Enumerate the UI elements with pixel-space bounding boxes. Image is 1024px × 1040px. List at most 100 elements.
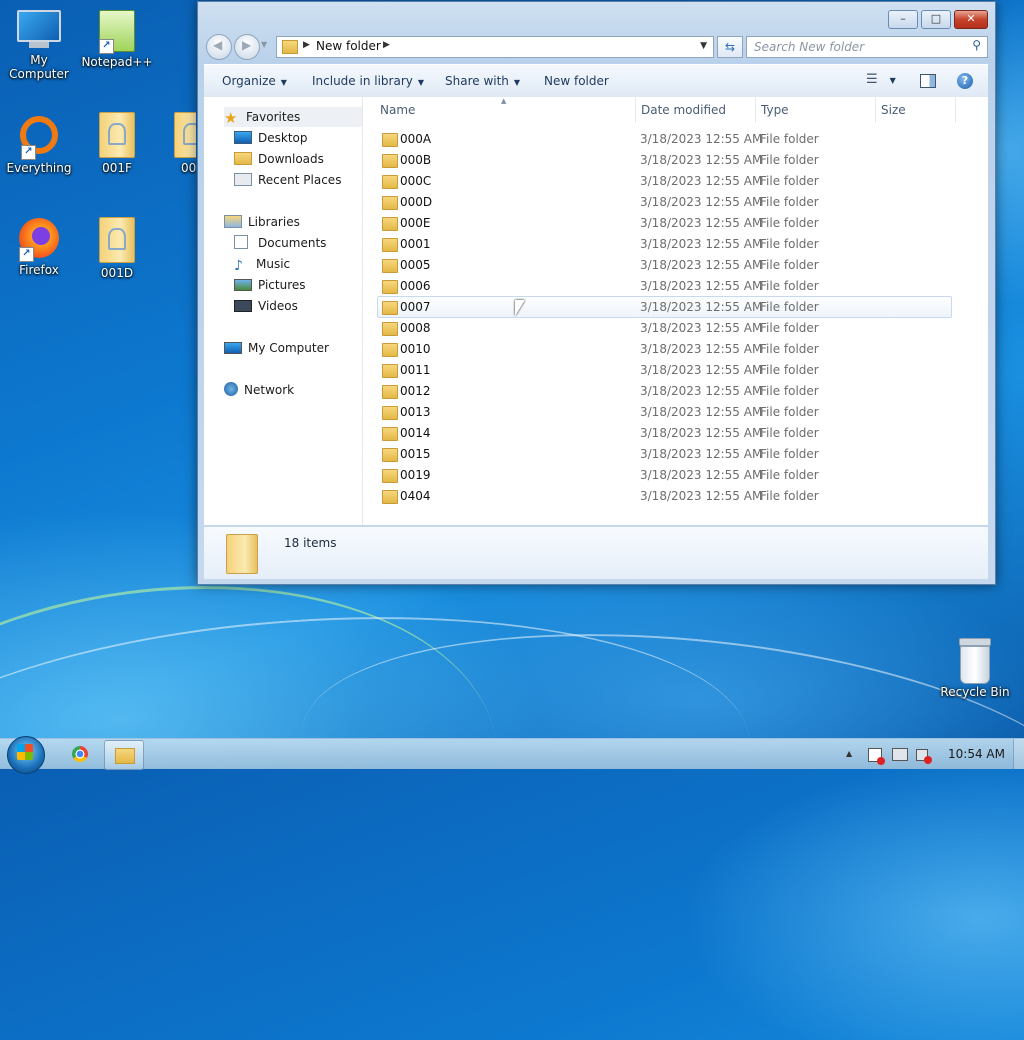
folder-icon: [382, 322, 398, 336]
nav-videos[interactable]: Videos: [234, 296, 298, 316]
file-type: File folder: [760, 258, 819, 272]
file-row[interactable]: 0015 3/18/2023 12:55 AM File folder: [378, 444, 951, 464]
refresh-button[interactable]: ⇆: [717, 36, 743, 58]
file-date-modified: 3/18/2023 12:55 AM: [640, 321, 763, 335]
forward-button[interactable]: ▶: [234, 34, 260, 60]
file-type: File folder: [760, 468, 819, 482]
chevron-down-icon: ▼: [280, 78, 287, 87]
nav-pictures[interactable]: Pictures: [234, 275, 306, 295]
clock[interactable]: 10:54 AM: [948, 739, 1005, 769]
new-folder-button[interactable]: New folder: [544, 74, 609, 88]
file-row[interactable]: 0001 3/18/2023 12:55 AM File folder: [378, 234, 951, 254]
desktop-icon-folder-partial[interactable]: 00: [156, 112, 196, 175]
nav-label: My Computer: [248, 341, 329, 355]
share-with-button[interactable]: Share with ▼: [445, 74, 520, 88]
file-row[interactable]: 0011 3/18/2023 12:55 AM File folder: [378, 360, 951, 380]
show-hidden-icons-icon[interactable]: ▲: [846, 739, 852, 769]
file-type: File folder: [760, 384, 819, 398]
include-in-library-button[interactable]: Include in library ▼: [312, 74, 424, 88]
address-dropdown-icon[interactable]: ▼: [700, 41, 707, 51]
desktop-icon-recycle-bin[interactable]: Recycle Bin: [936, 638, 1014, 699]
volume-muted-icon[interactable]: [916, 739, 932, 769]
desktop-icon-firefox[interactable]: ↗ Firefox: [0, 218, 78, 277]
file-row[interactable]: 000A 3/18/2023 12:55 AM File folder: [378, 129, 951, 149]
file-row[interactable]: 0012 3/18/2023 12:55 AM File folder: [378, 381, 951, 401]
file-row[interactable]: 0008 3/18/2023 12:55 AM File folder: [378, 318, 951, 338]
taskbar-explorer-button[interactable]: [104, 740, 144, 770]
folder-icon: [382, 301, 398, 315]
nav-music[interactable]: ♪ Music: [234, 254, 290, 274]
file-date-modified: 3/18/2023 12:55 AM: [640, 363, 763, 377]
column-header-date-modified[interactable]: Date modified: [641, 101, 726, 121]
file-name: 0015: [400, 447, 431, 461]
file-row[interactable]: 000B 3/18/2023 12:55 AM File folder: [378, 150, 951, 170]
desktop-icon-my-computer[interactable]: My Computer: [0, 10, 78, 81]
file-row[interactable]: 0010 3/18/2023 12:55 AM File folder: [378, 339, 951, 359]
action-center-icon[interactable]: [868, 739, 885, 769]
breadcrumb-separator-icon[interactable]: ▶: [383, 40, 390, 50]
notepadpp-icon: ↗: [97, 10, 137, 54]
file-row[interactable]: 0006 3/18/2023 12:55 AM File folder: [378, 276, 951, 296]
network-tray-icon[interactable]: [892, 739, 908, 769]
file-row[interactable]: 0014 3/18/2023 12:55 AM File folder: [378, 423, 951, 443]
maximize-button[interactable]: □: [921, 10, 951, 29]
column-header-type[interactable]: Type: [761, 101, 789, 121]
folder-icon: [382, 154, 398, 168]
nav-my-computer[interactable]: My Computer: [224, 338, 329, 358]
nav-downloads[interactable]: Downloads: [234, 149, 324, 169]
column-header-name[interactable]: Name: [380, 101, 415, 121]
preview-pane-button[interactable]: [920, 74, 936, 88]
explorer-folder-icon: [115, 748, 135, 764]
desktop-icon-label: Firefox: [19, 263, 59, 277]
nav-favorites[interactable]: ★ Favorites: [224, 107, 362, 127]
file-name: 0001: [400, 237, 431, 251]
nav-recent-places[interactable]: Recent Places: [234, 170, 341, 190]
back-button[interactable]: ◀: [206, 34, 232, 60]
nav-documents[interactable]: Documents: [234, 233, 326, 253]
taskbar-chrome-button[interactable]: [56, 740, 108, 768]
folder-icon: [382, 133, 398, 147]
folder-icon: [382, 385, 398, 399]
file-date-modified: 3/18/2023 12:55 AM: [640, 216, 763, 230]
file-row[interactable]: 0005 3/18/2023 12:55 AM File folder: [378, 255, 951, 275]
file-row[interactable]: 000D 3/18/2023 12:55 AM File folder: [378, 192, 951, 212]
organize-button[interactable]: Organize ▼: [222, 74, 287, 88]
file-row[interactable]: 0013 3/18/2023 12:55 AM File folder: [378, 402, 951, 422]
breadcrumb-separator-icon[interactable]: ▶: [303, 40, 310, 50]
nav-libraries[interactable]: Libraries: [224, 212, 300, 232]
show-desktop-button[interactable]: [1013, 739, 1024, 769]
file-row[interactable]: 000C 3/18/2023 12:55 AM File folder: [378, 171, 951, 191]
file-name: 0012: [400, 384, 431, 398]
change-view-button[interactable]: ☰ ▼: [866, 72, 896, 87]
file-type: File folder: [760, 237, 819, 251]
close-button[interactable]: ✕: [954, 10, 988, 29]
column-header-size[interactable]: Size: [881, 101, 906, 121]
file-row[interactable]: 0007 3/18/2023 12:55 AM File folder: [377, 296, 952, 318]
file-name: 0006: [400, 279, 431, 293]
minimize-button[interactable]: –: [888, 10, 918, 29]
recent-pages-chevron-icon[interactable]: ▼: [261, 40, 267, 49]
desktop-icon-label: Everything: [6, 161, 72, 175]
nav-label: Downloads: [258, 152, 324, 166]
desktop-icon-everything[interactable]: ↗ Everything: [0, 114, 78, 175]
file-row[interactable]: 000E 3/18/2023 12:55 AM File folder: [378, 213, 951, 233]
file-row[interactable]: 0019 3/18/2023 12:55 AM File folder: [378, 465, 951, 485]
file-row[interactable]: 0404 3/18/2023 12:55 AM File folder: [378, 486, 951, 506]
file-date-modified: 3/18/2023 12:55 AM: [640, 447, 763, 461]
search-input[interactable]: Search New folder ⚲: [746, 36, 988, 58]
nav-desktop[interactable]: Desktop: [234, 128, 308, 148]
folder-icon: [174, 112, 196, 158]
desktop-icon-notepadpp[interactable]: ↗ Notepad++: [78, 10, 156, 69]
file-date-modified: 3/18/2023 12:55 AM: [640, 279, 763, 293]
back-arrow-icon: ◀: [213, 38, 223, 52]
file-type: File folder: [760, 426, 819, 440]
breadcrumb-new-folder[interactable]: New folder: [316, 39, 381, 53]
file-type: File folder: [760, 363, 819, 377]
help-button[interactable]: ?: [957, 73, 973, 89]
firefox-icon: ↗: [17, 218, 61, 262]
desktop-icon-folder-001d[interactable]: 001D: [78, 217, 156, 280]
desktop-icon-folder-001f[interactable]: 001F: [78, 112, 156, 175]
address-bar[interactable]: ▶ New folder ▶ ▼: [276, 36, 714, 58]
start-button[interactable]: [7, 736, 45, 774]
nav-network[interactable]: Network: [224, 380, 294, 400]
